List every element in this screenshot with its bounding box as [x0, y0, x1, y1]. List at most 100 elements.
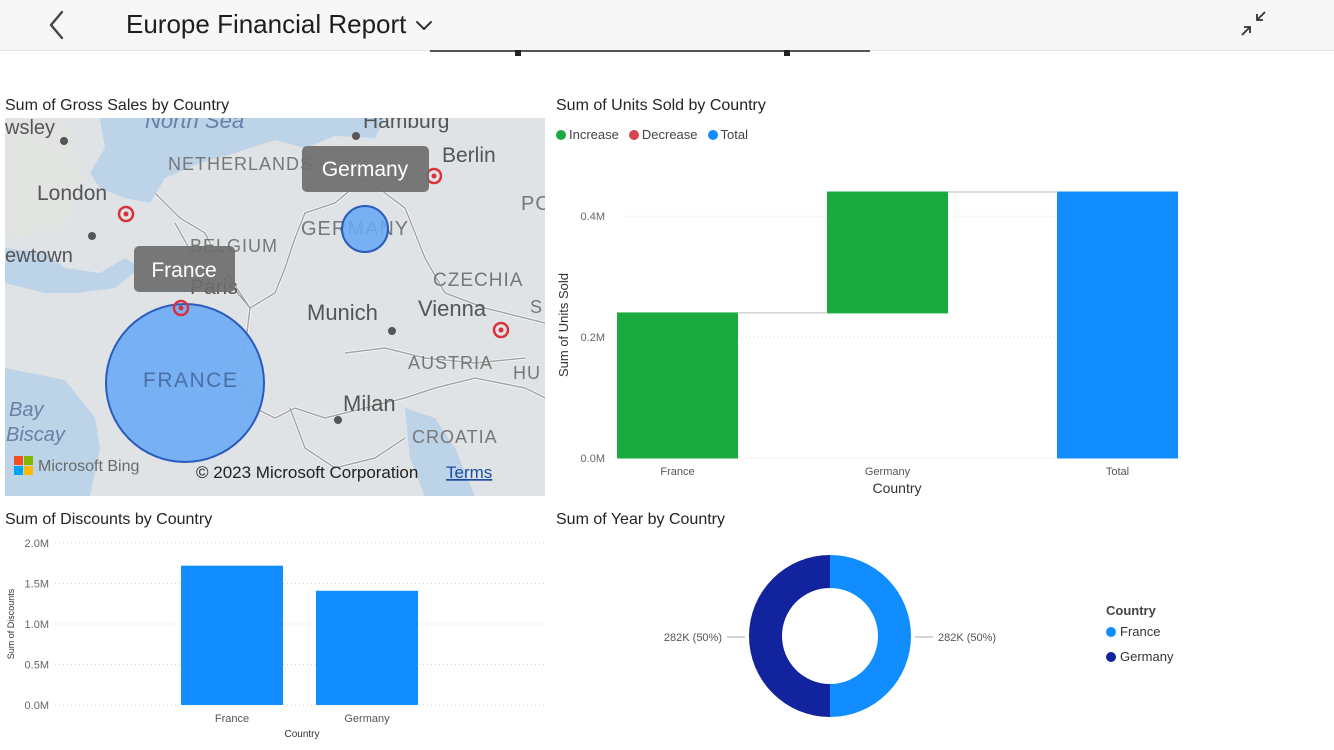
map-label-hamburg: Hamburg [363, 118, 449, 133]
donut-slice-france[interactable] [830, 555, 911, 717]
legend-label: France [1120, 624, 1161, 639]
discount-bar[interactable] [181, 565, 283, 705]
x-tick-label: Germany [344, 713, 390, 725]
page-navigator-line [430, 50, 870, 52]
legend-dot-icon [1106, 651, 1116, 662]
year-donut-chart: 282K (50%) 282K (50%) [664, 555, 996, 717]
y-axis-title: Sum of Discounts [6, 588, 16, 659]
discounts-visual-title: Sum of Discounts by Country [5, 511, 213, 528]
border-line [289, 407, 406, 469]
legend-item-total[interactable]: Total [707, 127, 748, 142]
map-label-netherlands: NETHERLANDS [168, 154, 313, 174]
legend-item-france[interactable]: France [1106, 624, 1173, 639]
map-label-north-sea: North Sea [145, 118, 244, 133]
adriatic-water [405, 408, 475, 496]
units-legend: Increase Decrease Total [556, 127, 748, 142]
data-label: 282K (50%) [664, 632, 722, 644]
legend-item-germany[interactable]: Germany [1106, 649, 1173, 664]
map-label-france: FRANCE [143, 369, 238, 392]
waterfall-chart: 0.0M 0.2M 0.4M France Germany Total Country Sum… [556, 191, 1180, 496]
donut-slice-germany[interactable] [749, 555, 830, 717]
germany-bubble[interactable] [341, 205, 389, 253]
map-label-munich: Munich [307, 300, 378, 325]
y-tick-label: 0.5M [25, 660, 49, 672]
y-tick-label: 0.0M [25, 700, 49, 712]
y-tick-label: 0.2M [581, 332, 605, 344]
x-axis-title: Country [872, 480, 921, 496]
page-navigator-dot [784, 50, 790, 56]
map-svg: North Sea Hamburg Berlin NETHERLANDS wsl… [5, 118, 545, 496]
bing-logo-text: Microsoft Bing [38, 458, 139, 475]
chevron-down-icon [416, 20, 433, 30]
increase-bar[interactable] [617, 312, 738, 459]
exit-focus-button[interactable] [1238, 8, 1270, 40]
chevron-left-icon [49, 10, 64, 40]
report-title: Europe Financial Report [126, 9, 407, 39]
y-tick-label: 0.0M [581, 453, 605, 465]
city-dot [388, 327, 396, 335]
border-line [288, 407, 406, 470]
city-dot [60, 137, 68, 145]
legend-dot-icon [628, 129, 639, 140]
legend-dot-icon [556, 129, 566, 140]
city-dot [352, 132, 360, 140]
legend-label: Germany [1120, 649, 1174, 664]
map-label-croatia: CROATIA [412, 427, 498, 447]
germany-tooltip-label: Germany [322, 158, 409, 181]
city-dot [88, 232, 96, 240]
total-bar[interactable] [1057, 191, 1178, 459]
legend-label: Increase [569, 127, 619, 142]
map-label-london: London [37, 182, 107, 205]
x-axis-title: Country [284, 729, 319, 740]
city-dot [334, 416, 342, 424]
x-tick-label: Germany [865, 466, 911, 478]
map-copyright: © 2023 Microsoft Corporation [196, 463, 418, 482]
map-label-newtown: ewtown [5, 245, 73, 267]
units-visual-title: Sum of Units Sold by Country [556, 97, 766, 114]
discount-bar[interactable] [316, 590, 418, 705]
y-tick-label: 1.5M [25, 579, 49, 591]
report-header: Europe Financial Report [0, 0, 1334, 51]
legend-dot-icon [1106, 626, 1116, 637]
france-tooltip-label: France [151, 259, 216, 282]
report-title-dropdown[interactable]: Europe Financial Report [126, 9, 434, 40]
map-label-milan: Milan [343, 391, 396, 416]
donut-legend-title: Country [1106, 603, 1156, 618]
increase-bar[interactable] [827, 191, 948, 314]
map-label-po: PO [521, 193, 545, 215]
y-tick-label: 2.0M [25, 538, 49, 550]
legend-label: Total [720, 127, 748, 142]
donut-legend: Country France Germany [1106, 603, 1173, 674]
map-label-bay: Bay [9, 399, 44, 421]
map-label-owsley: wsley [5, 118, 55, 139]
discounts-bar-chart: 0.0M 0.5M 1.0M 1.5M 2.0M France Germany Country… [6, 538, 545, 740]
capital-marker-center [431, 173, 437, 179]
map-canvas[interactable]: North Sea Hamburg Berlin NETHERLANDS wsl… [5, 118, 545, 496]
map-label-hu: HU [513, 363, 541, 383]
data-label: 282K (50%) [938, 632, 996, 644]
x-tick-label: France [660, 466, 694, 478]
map-label-berlin: Berlin [442, 144, 496, 167]
collapse-arrows-icon [1241, 11, 1266, 36]
y-tick-label: 1.0M [25, 619, 49, 631]
legend-item-increase[interactable]: Increase [556, 127, 619, 142]
map-label-vienna: Vienna [418, 296, 487, 321]
legend-dot-icon [707, 129, 718, 140]
capital-marker-center [498, 327, 504, 333]
year-visual-title: Sum of Year by Country [556, 511, 725, 528]
map-label-czechia: CZECHIA [433, 270, 523, 291]
legend-item-decrease[interactable]: Decrease [628, 127, 698, 142]
back-button[interactable] [44, 8, 72, 42]
capital-marker-center [123, 211, 129, 217]
map-label-austria: AUSTRIA [408, 353, 493, 373]
x-tick-label: France [215, 713, 249, 725]
x-tick-label: Total [1106, 466, 1129, 478]
page-navigator-dot [515, 50, 521, 56]
capital-marker-center [178, 305, 184, 311]
legend-label: Decrease [641, 127, 698, 142]
map-label-biscay: Biscay [6, 424, 66, 446]
map-visual-title: Sum of Gross Sales by Country [5, 97, 230, 114]
map-terms-link[interactable]: Terms [446, 463, 492, 482]
y-axis-title: Sum of Units Sold [556, 273, 571, 377]
map-label-s: S [530, 297, 542, 317]
